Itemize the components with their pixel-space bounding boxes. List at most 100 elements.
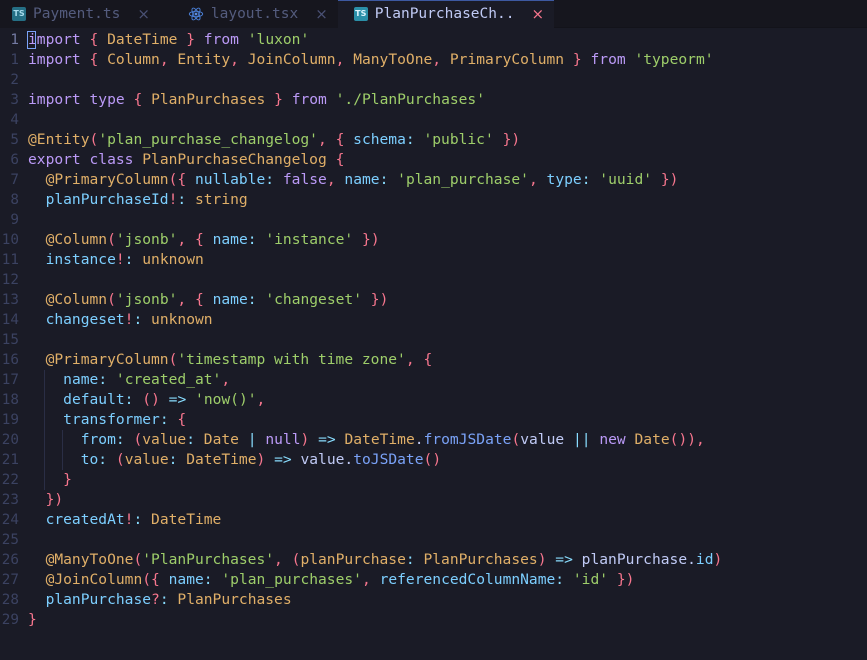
line-number: 21 (1, 452, 19, 468)
code-line: 14 changeset!: unknown (0, 310, 867, 330)
tab-payment-ts[interactable]: TS Payment.ts × (0, 0, 160, 28)
code-line: 23 }) (0, 490, 867, 510)
line-text: @Column('jsonb', { name: 'changeset' }) (45, 291, 389, 308)
line-number: 7 (10, 172, 19, 188)
line-number: 3 (10, 92, 19, 108)
line-number: 29 (1, 612, 19, 628)
code-editor[interactable]: 1 import { DateTime } from 'luxon' 1 imp… (0, 28, 867, 660)
line-number: 28 (1, 592, 19, 608)
line-number: 8 (10, 192, 19, 208)
line-number: 25 (1, 532, 19, 548)
tab-close-icon[interactable]: × (531, 6, 544, 22)
line-number: 19 (1, 412, 19, 428)
code-line: 25 (0, 530, 867, 550)
tab-label: Payment.ts (33, 6, 121, 22)
code-line: 2 (0, 70, 867, 90)
code-line: 27 @JoinColumn({ name: 'plan_purchases',… (0, 570, 867, 590)
line-text: @ManyToOne('PlanPurchases', (planPurchas… (45, 551, 723, 568)
indent-guide (44, 450, 45, 470)
line-text: to: (value: DateTime) => value.toJSDate(… (27, 450, 441, 470)
code-line: 9 (0, 210, 867, 230)
indent-guide (62, 430, 63, 450)
line-text: transformer: { (27, 410, 186, 430)
code-line: 20 from: (value: Date | null) => DateTim… (0, 430, 867, 450)
line-text: planPurchaseId!: string (45, 191, 248, 208)
code-line: 19 transformer: { (0, 410, 867, 430)
react-file-icon (188, 7, 204, 21)
line-number: 24 (1, 512, 19, 528)
line-number: 22 (1, 472, 19, 488)
code-line: 13 @Column('jsonb', { name: 'changeset' … (0, 290, 867, 310)
line-text: changeset!: unknown (45, 311, 213, 328)
line-number: 1 (10, 52, 19, 68)
code-line: 10 @Column('jsonb', { name: 'instance' }… (0, 230, 867, 250)
tab-layout-tsx[interactable]: layout.tsx × (159, 0, 338, 28)
line-number: 5 (10, 132, 19, 148)
code-line: 16 @PrimaryColumn('timestamp with time z… (0, 350, 867, 370)
line-number: 16 (1, 352, 19, 368)
line-number: 12 (1, 272, 19, 288)
tab-close-icon[interactable]: × (315, 6, 328, 22)
line-text: }) (45, 491, 64, 508)
tab-label: PlanPurchaseCh.. (374, 6, 515, 22)
code-line: 8 planPurchaseId!: string (0, 190, 867, 210)
code-line: 11 instance!: unknown (0, 250, 867, 270)
line-text: from: (value: Date | null) => DateTime.f… (27, 430, 705, 450)
tab-planpurchasechangelog-ts[interactable]: TS PlanPurchaseCh.. × (337, 0, 555, 28)
editor-tab-bar: TS Payment.ts × layout.tsx × TS PlanPurc… (0, 0, 867, 28)
code-line: 4 (0, 110, 867, 130)
code-line: 7 @PrimaryColumn({ nullable: false, name… (0, 170, 867, 190)
code-line: 15 (0, 330, 867, 350)
code-line: 1 import { DateTime } from 'luxon' (0, 30, 867, 50)
line-text: @Column('jsonb', { name: 'instance' }) (45, 231, 380, 248)
code-line: 18 default: () => 'now()', (0, 390, 867, 410)
line-number: 4 (10, 112, 19, 128)
line-number: 6 (10, 152, 19, 168)
line-text: planPurchase?: PlanPurchases (45, 591, 292, 608)
line-text: @PrimaryColumn({ nullable: false, name: … (45, 171, 679, 188)
line-text: export class PlanPurchaseChangelog { (28, 151, 345, 168)
text-cursor (27, 31, 36, 49)
line-text: name: 'created_at', (27, 370, 230, 390)
line-number: 17 (1, 372, 19, 388)
indent-guide (44, 410, 45, 430)
indent-guide (44, 470, 45, 490)
indent-guide (44, 430, 45, 450)
line-text: import { DateTime } from 'luxon' (27, 31, 310, 49)
code-line: 24 createdAt!: DateTime (0, 510, 867, 530)
line-text: } (28, 611, 37, 628)
line-text: import type { PlanPurchases } from './Pl… (28, 91, 486, 108)
tab-label: layout.tsx (210, 6, 299, 22)
code-line: 12 (0, 270, 867, 290)
line-number: 9 (10, 212, 19, 228)
indent-guide (44, 390, 45, 410)
line-number: 27 (1, 572, 19, 588)
line-number: 23 (1, 492, 19, 508)
line-text: default: () => 'now()', (27, 390, 265, 410)
line-text: @PrimaryColumn('timestamp with time zone… (45, 351, 433, 368)
line-number: 20 (1, 432, 19, 448)
code-line: 26 @ManyToOne('PlanPurchases', (planPurc… (0, 550, 867, 570)
line-text: @JoinColumn({ name: 'plan_purchases', re… (45, 571, 635, 588)
code-line: 6 export class PlanPurchaseChangelog { (0, 150, 867, 170)
indent-guide (62, 450, 63, 470)
line-text: import { Column, Entity, JoinColumn, Man… (28, 51, 714, 68)
tab-close-icon[interactable]: × (137, 6, 150, 22)
line-number: 10 (1, 232, 19, 248)
code-line: 5 @Entity('plan_purchase_changelog', { s… (0, 130, 867, 150)
line-number: 1 (10, 32, 19, 48)
code-content: 1 import { DateTime } from 'luxon' 1 imp… (0, 30, 867, 630)
typescript-file-icon: TS (12, 7, 26, 21)
line-number: 13 (1, 292, 19, 308)
line-text: @Entity('plan_purchase_changelog', { sch… (28, 131, 521, 148)
line-number: 18 (1, 392, 19, 408)
code-line: 28 planPurchase?: PlanPurchases (0, 590, 867, 610)
line-text: } (27, 470, 72, 490)
code-line: 29 } (0, 610, 867, 630)
line-text: createdAt!: DateTime (45, 511, 222, 528)
code-line: 21 to: (value: DateTime) => value.toJSDa… (0, 450, 867, 470)
line-number: 11 (1, 252, 19, 268)
code-line: 3 import type { PlanPurchases } from './… (0, 90, 867, 110)
line-number: 2 (10, 72, 19, 88)
code-line: 22 } (0, 470, 867, 490)
